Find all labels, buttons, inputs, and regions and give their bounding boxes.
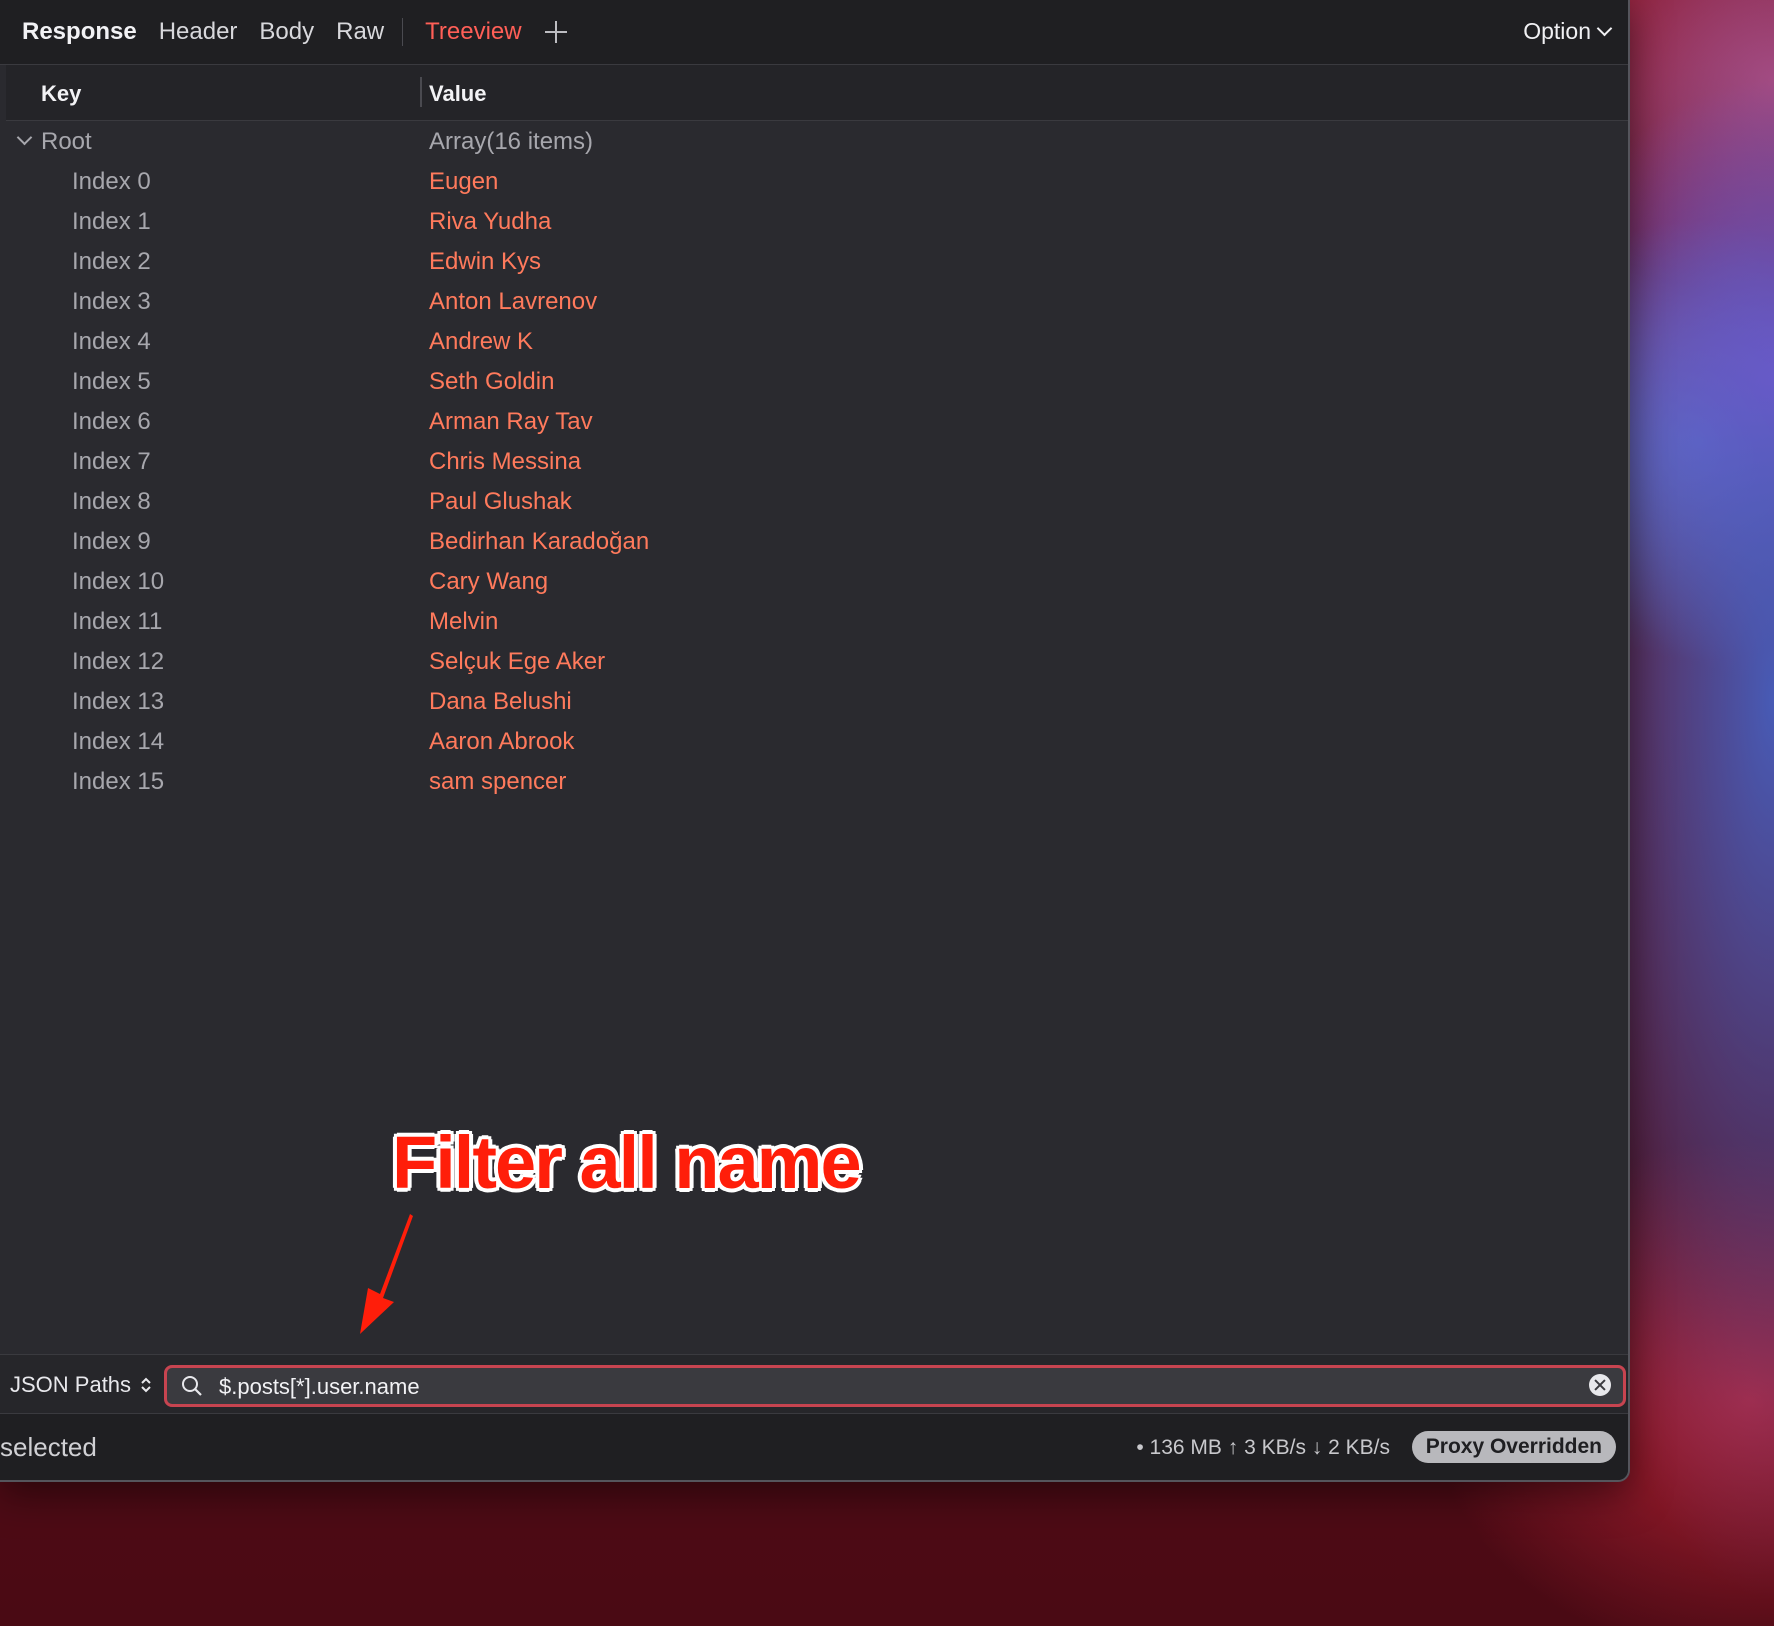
tree-value: Andrew K xyxy=(429,328,534,355)
tree-row[interactable]: Index 10 Cary Wang xyxy=(6,561,1628,601)
tab-treeview[interactable]: Treeview xyxy=(425,18,521,46)
tree-key: Index 10 xyxy=(72,568,165,595)
app-window: Response Header Body Raw Treeview Option… xyxy=(0,0,1630,1482)
filter-mode-select[interactable]: JSON Paths xyxy=(10,1372,131,1398)
tree-key: Index 12 xyxy=(72,648,165,675)
json-path-search-input[interactable]: $.posts[*].user.name xyxy=(164,1365,1626,1407)
tree-key: Index 1 xyxy=(72,208,151,235)
filter-bar: JSON Paths $.posts[*].user.name xyxy=(0,1354,1628,1413)
tree-value: Anton Lavrenov xyxy=(429,288,598,315)
tree-key: Index 8 xyxy=(72,488,151,515)
clear-search-icon[interactable] xyxy=(1589,1374,1611,1396)
add-tab-plus-icon[interactable] xyxy=(544,20,568,44)
tree-key: Index 4 xyxy=(72,328,151,355)
tree-value: Paul Glushak xyxy=(429,488,572,515)
tab-body[interactable]: Body xyxy=(259,18,314,46)
tree-value: Arman Ray Tav xyxy=(429,408,593,435)
annotation-label: Filter all name xyxy=(392,1121,862,1204)
tree-value: Aaron Abrook xyxy=(429,728,575,755)
option-label: Option xyxy=(1523,18,1591,44)
tree-key: Index 14 xyxy=(72,728,165,755)
tree-value: Bedirhan Karadoğan xyxy=(429,528,650,555)
tree-key: Index 9 xyxy=(72,528,151,555)
disclosure-chevron-down-icon[interactable] xyxy=(16,129,33,146)
tree-row[interactable]: Index 15 sam spencer xyxy=(6,761,1628,801)
tree-value: Riva Yudha xyxy=(429,208,552,235)
annotation-arrow-icon xyxy=(360,1214,413,1334)
tree-key: Index 0 xyxy=(72,168,151,195)
tree-row[interactable]: Index 4 Andrew K xyxy=(6,321,1628,361)
tree-key: Index 3 xyxy=(72,288,151,315)
tree-value: Array(16 items) xyxy=(429,128,594,155)
tree-row[interactable]: Index 5 Seth Goldin xyxy=(6,361,1628,401)
option-menu-button[interactable]: Option xyxy=(1523,18,1613,45)
tree-value: Cary Wang xyxy=(429,568,549,595)
tree-value: Edwin Kys xyxy=(429,248,542,275)
column-resize-handle[interactable] xyxy=(420,77,422,107)
tree-row[interactable]: Index 14 Aaron Abrook xyxy=(6,721,1628,761)
tree-row[interactable]: Index 7 Chris Messina xyxy=(6,441,1628,481)
tree-row[interactable]: Index 8 Paul Glushak xyxy=(6,481,1628,521)
tab-divider xyxy=(402,18,404,46)
tree-row[interactable]: Index 3 Anton Lavrenov xyxy=(6,281,1628,321)
column-key-header[interactable]: Key xyxy=(41,81,81,107)
tree-key: Index 11 xyxy=(72,608,163,635)
chevron-down-icon xyxy=(1596,20,1613,37)
tab-raw[interactable]: Raw xyxy=(336,18,384,46)
json-tree-view: Root Array(16 items) Index 0 Eugen Index 1… xyxy=(6,121,1628,801)
tree-row[interactable]: Index 2 Edwin Kys xyxy=(6,241,1628,281)
tree-row[interactable]: Index 12 Selçuk Ege Aker xyxy=(6,641,1628,681)
search-query-text[interactable]: $.posts[*].user.name xyxy=(219,1374,420,1400)
tree-key: Index 2 xyxy=(72,248,151,275)
tree-row[interactable]: Index 13 Dana Belushi xyxy=(6,681,1628,721)
search-icon xyxy=(182,1376,202,1396)
network-stats: • 136 MB ↑ 3 KB/s ↓ 2 KB/s xyxy=(1136,1436,1390,1459)
tree-key: Index 15 xyxy=(72,768,165,795)
tree-value: Dana Belushi xyxy=(429,688,572,715)
tab-header[interactable]: Header xyxy=(159,18,238,46)
tree-row[interactable]: Index 6 Arman Ray Tav xyxy=(6,401,1628,441)
tree-key: Root xyxy=(41,128,92,155)
tree-column-header: Key Value xyxy=(6,65,1628,121)
status-bar: selected • 136 MB ↑ 3 KB/s ↓ 2 KB/s Prox… xyxy=(0,1413,1628,1480)
selection-status: selected xyxy=(0,1432,97,1462)
tree-value: Melvin xyxy=(429,608,499,635)
tree-key: Index 6 xyxy=(72,408,151,435)
proxy-status-badge[interactable]: Proxy Overridden xyxy=(1411,1431,1616,1463)
tree-value: Chris Messina xyxy=(429,448,582,475)
tree-row[interactable]: Index 0 Eugen xyxy=(6,161,1628,201)
tree-value: Seth Goldin xyxy=(429,368,555,395)
tree-row[interactable]: Index 11 Melvin xyxy=(6,601,1628,641)
tree-row[interactable]: Index 9 Bedirhan Karadoğan xyxy=(6,521,1628,561)
tree-row[interactable]: Index 1 Riva Yudha xyxy=(6,201,1628,241)
tree-value: Selçuk Ege Aker xyxy=(429,648,606,675)
tree-row-root[interactable]: Root Array(16 items) xyxy=(6,121,1628,161)
tree-value: sam spencer xyxy=(429,768,567,795)
tree-value: Eugen xyxy=(429,168,499,195)
tab-response[interactable]: Response xyxy=(22,18,137,46)
tree-key: Index 5 xyxy=(72,368,151,395)
response-toolbar: Response Header Body Raw Treeview Option xyxy=(0,0,1628,65)
tree-key: Index 13 xyxy=(72,688,165,715)
updown-chevron-icon[interactable] xyxy=(140,1375,152,1395)
tree-key: Index 7 xyxy=(72,448,151,475)
column-value-header[interactable]: Value xyxy=(429,81,486,107)
